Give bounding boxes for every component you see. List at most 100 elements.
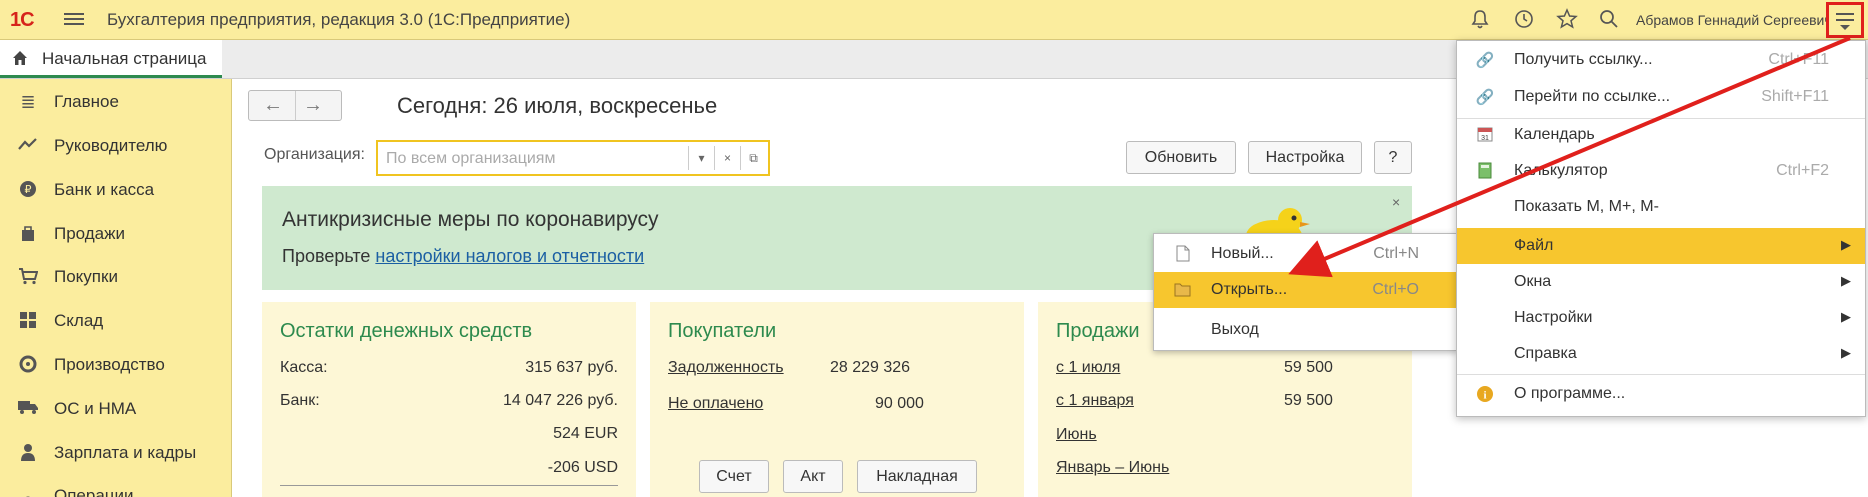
sidebar-item-label: ОС и НМА xyxy=(54,399,137,418)
menu-item-label: Новый... xyxy=(1211,245,1274,262)
app-logo[interactable]: 1С xyxy=(10,9,35,32)
info-icon: i xyxy=(1475,385,1495,405)
menu-item-shortcut: Ctrl+O xyxy=(1372,281,1419,298)
menu-item-help[interactable]: Справка ▶ xyxy=(1457,336,1865,372)
menu-item-calculator[interactable]: Калькулятор Ctrl+F2 xyxy=(1457,153,1865,189)
sales-jan-jun-link[interactable]: Январь – Июнь xyxy=(1056,459,1169,477)
sidebar: ≣ Главное Руководителю ₽ Банк и касса Пр… xyxy=(0,79,232,497)
sidebar-item-label: Банк и касса xyxy=(54,180,155,199)
history-icon[interactable] xyxy=(1512,8,1536,32)
menu-item-label: О программе... xyxy=(1514,385,1626,402)
invoice-button[interactable]: Счет xyxy=(699,460,769,493)
star-icon[interactable] xyxy=(1555,8,1579,32)
menu-item-get-link[interactable]: 🔗 Получить ссылку... Ctrl+F11 xyxy=(1457,42,1865,78)
org-input[interactable]: По всем организациям ▾ × ⧉ xyxy=(376,140,770,176)
menu-item-label: Настройки xyxy=(1514,309,1593,326)
menu-item-new[interactable]: Новый... Ctrl+N xyxy=(1154,236,1457,272)
banner-title: Антикризисные меры по коронавирусу xyxy=(282,208,659,231)
debt-value: 28 229 326 xyxy=(830,359,911,376)
dropdown-arrow-icon[interactable]: ▾ xyxy=(688,146,714,170)
back-arrow-icon[interactable]: ← xyxy=(263,94,283,117)
sidebar-item-warehouse[interactable]: Склад xyxy=(0,301,232,341)
sidebar-item-purchases[interactable]: Покупки xyxy=(0,257,232,297)
cart-icon xyxy=(17,267,39,287)
menu-item-about[interactable]: i О программе... xyxy=(1457,376,1865,412)
sidebar-item-label: Склад xyxy=(54,311,104,330)
menu-item-show-memory[interactable]: Показать М, М+, М- xyxy=(1457,189,1865,225)
submenu-arrow-icon: ▶ xyxy=(1841,273,1851,288)
tax-settings-link[interactable]: настройки налогов и отчетности xyxy=(375,246,644,266)
menu-item-calendar[interactable]: 31 Календарь xyxy=(1457,117,1865,153)
open-form-icon[interactable]: ⧉ xyxy=(740,146,766,170)
menu-item-label: Перейти по ссылке... xyxy=(1514,88,1671,105)
org-input-placeholder: По всем организациям xyxy=(386,150,556,167)
banner-text-prefix: Проверьте xyxy=(282,246,376,266)
sidebar-item-label: Зарплата и кадры xyxy=(54,443,197,462)
user-name[interactable]: Абрамов Геннадий Сергеевич xyxy=(1636,12,1832,28)
menu-item-goto-link[interactable]: 🔗 Перейти по ссылке... Shift+F11 xyxy=(1457,79,1865,115)
svg-text:₽: ₽ xyxy=(25,184,32,196)
sidebar-item-salary[interactable]: Зарплата и кадры xyxy=(0,433,232,473)
sidebar-item-sales[interactable]: Продажи xyxy=(0,214,232,254)
sales-june-link[interactable]: Июнь xyxy=(1056,426,1097,444)
sidebar-item-assets[interactable]: ОС и НМА xyxy=(0,389,232,429)
bag-icon xyxy=(17,224,39,244)
debt-link[interactable]: Задолженность xyxy=(668,359,784,377)
menu-item-label: Окна xyxy=(1514,273,1552,290)
sales-july-value: 59 500 xyxy=(1284,359,1333,376)
menu-item-file[interactable]: Файл ▶ xyxy=(1457,228,1865,264)
sales-january-link[interactable]: с 1 января xyxy=(1056,392,1134,410)
factory-icon xyxy=(17,355,39,375)
forward-arrow-icon[interactable]: → xyxy=(303,94,323,117)
banner-text: Проверьте настройки налогов и отчетности xyxy=(282,246,644,267)
sales-july-link[interactable]: с 1 июля xyxy=(1056,359,1120,377)
menu-item-label: Показать М, М+, М- xyxy=(1514,198,1659,215)
main-menu-dropdown: 🔗 Получить ссылку... Ctrl+F11 🔗 Перейти … xyxy=(1456,40,1866,417)
menu-item-settings[interactable]: Настройки ▶ xyxy=(1457,300,1865,336)
menu-item-open[interactable]: Открыть... Ctrl+O xyxy=(1154,272,1457,308)
act-button[interactable]: Акт xyxy=(783,460,843,493)
bell-icon[interactable] xyxy=(1468,8,1492,32)
cash-row-label: Банк: xyxy=(280,392,320,409)
svg-text:31: 31 xyxy=(1481,135,1489,142)
tab-home[interactable]: Начальная страница xyxy=(0,40,222,78)
search-icon[interactable] xyxy=(1597,8,1621,32)
menu-item-label: Калькулятор xyxy=(1514,162,1608,179)
calendar-icon: 31 xyxy=(1475,126,1495,146)
refresh-button[interactable]: Обновить xyxy=(1126,141,1236,174)
customers-card-title: Покупатели xyxy=(668,320,777,342)
chevron-down-icon xyxy=(1840,25,1850,30)
submenu-arrow-icon: ▶ xyxy=(1841,237,1851,252)
sidebar-item-manager[interactable]: Руководителю xyxy=(0,126,232,166)
menu-item-label: Открыть... xyxy=(1211,281,1288,298)
menu-item-shortcut: Ctrl+F11 xyxy=(1768,51,1829,68)
open-folder-icon xyxy=(1174,281,1192,299)
menu-item-exit[interactable]: Выход xyxy=(1154,312,1457,348)
cash-row-value: 14 047 226 руб. xyxy=(502,392,618,409)
menu-item-windows[interactable]: Окна ▶ xyxy=(1457,264,1865,300)
sidebar-item-bank[interactable]: ₽ Банк и касса xyxy=(0,170,232,210)
sidebar-item-main[interactable]: ≣ Главное xyxy=(0,82,232,122)
submenu-arrow-icon: ▶ xyxy=(1841,309,1851,324)
waybill-button[interactable]: Накладная xyxy=(857,460,977,493)
grid-icon xyxy=(17,311,39,331)
menu-item-shortcut: Ctrl+F2 xyxy=(1776,162,1829,179)
calculator-icon xyxy=(1475,162,1495,182)
menu-item-label: Получить ссылку... xyxy=(1514,51,1653,68)
help-button[interactable]: ? xyxy=(1374,141,1412,174)
sidebar-item-label: Операции xyxy=(54,486,134,497)
svg-text:i: i xyxy=(1483,390,1486,402)
cash-row-value: 524 EUR xyxy=(553,425,618,442)
history-nav: ← → xyxy=(248,90,342,121)
top-bar: 1С Бухгалтерия предприятия, редакция 3.0… xyxy=(0,0,1868,40)
clear-icon[interactable]: × xyxy=(714,146,740,170)
list-icon: ≣ xyxy=(20,92,36,112)
hamburger-menu-icon[interactable] xyxy=(64,10,84,28)
main-menu-button[interactable] xyxy=(1826,2,1864,38)
settings-button[interactable]: Настройка xyxy=(1248,141,1362,174)
sidebar-item-label: Покупки xyxy=(54,267,118,286)
banner-close-icon[interactable]: × xyxy=(1392,194,1400,210)
unpaid-link[interactable]: Не оплачено xyxy=(668,395,763,413)
sidebar-item-production[interactable]: Производство xyxy=(0,345,232,385)
sidebar-item-operations[interactable]: ₐ Операции xyxy=(0,476,232,497)
